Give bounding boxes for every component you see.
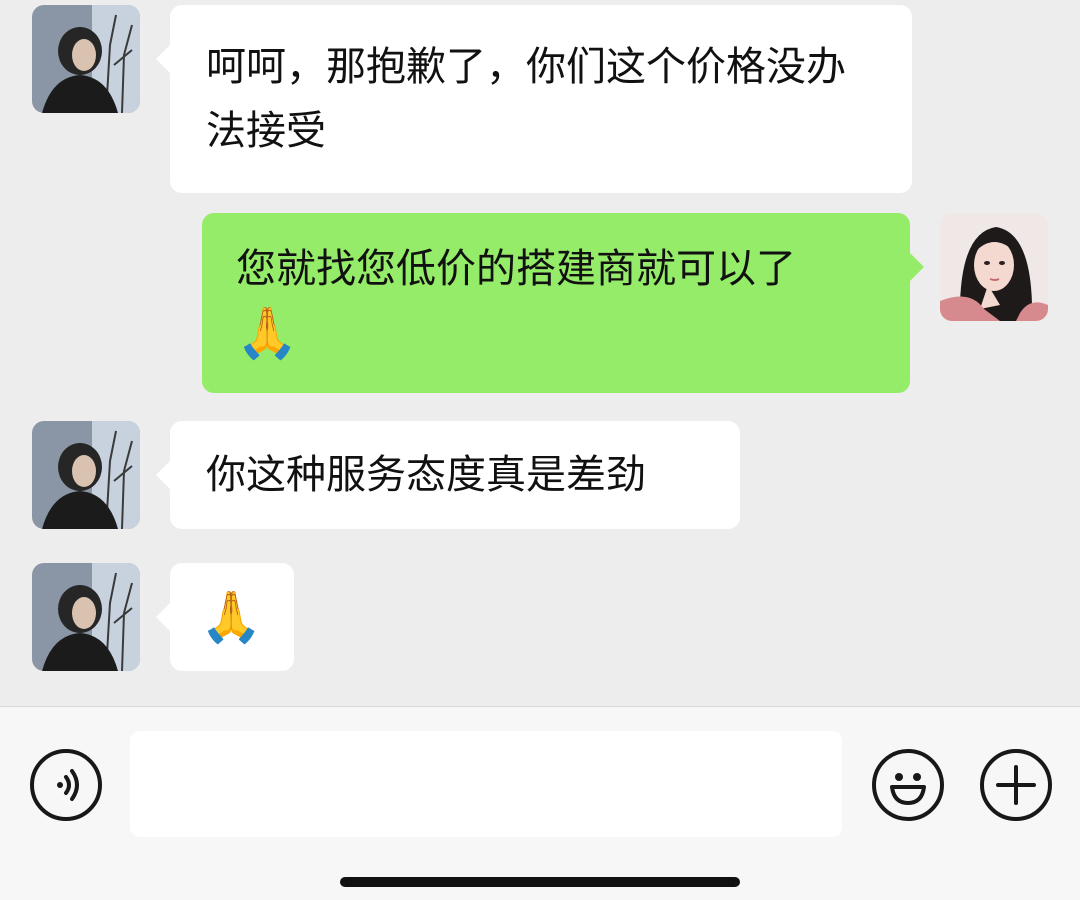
emoji-button[interactable] <box>872 749 944 821</box>
smiley-icon <box>890 773 926 805</box>
pray-emoji: 🙏 <box>200 588 263 646</box>
voice-icon <box>57 769 79 801</box>
home-indicator <box>340 877 740 887</box>
chat-message-list[interactable]: 呵呵，那抱歉了，你们这个价格没办法接受 您就找您低价的搭建商就可以了 🙏 你这种… <box>0 0 1080 706</box>
my-avatar[interactable] <box>940 213 1048 321</box>
incoming-message-bubble[interactable]: 你这种服务态度真是差劲 <box>156 421 740 529</box>
contact-avatar[interactable] <box>32 5 140 113</box>
more-button[interactable] <box>980 749 1052 821</box>
incoming-message-bubble[interactable]: 呵呵，那抱歉了，你们这个价格没办法接受 <box>156 5 912 193</box>
pray-emoji: 🙏 <box>236 304 299 362</box>
message-text: 您就找您低价的搭建商就可以了 <box>236 246 796 292</box>
message-text: 你这种服务态度真是差劲 <box>206 452 646 498</box>
incoming-message-bubble[interactable]: 🙏 <box>156 563 294 671</box>
message-text: 呵呵，那抱歉了，你们这个价格没办法接受 <box>206 44 846 154</box>
plus-icon <box>996 765 1036 805</box>
contact-avatar[interactable] <box>32 421 140 529</box>
contact-avatar[interactable] <box>32 563 140 671</box>
outgoing-message-bubble[interactable]: 您就找您低价的搭建商就可以了 🙏 <box>202 213 924 393</box>
voice-button[interactable] <box>30 749 102 821</box>
message-input[interactable] <box>130 731 842 837</box>
input-bar <box>0 706 1080 900</box>
